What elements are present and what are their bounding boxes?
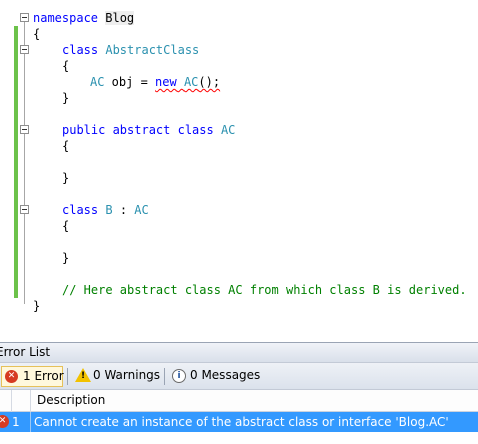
change-bar (14, 74, 18, 90)
error-list-title-bar: Error List (0, 342, 478, 362)
messages-filter-button[interactable]: i 0 Messages (169, 366, 265, 387)
info-icon: i (172, 369, 186, 383)
error-list-toolbar: ✕ 1 Error ! 0 Warnings i 0 Messages (0, 362, 478, 390)
code-line (0, 186, 478, 202)
collapse-icon[interactable] (20, 205, 29, 214)
error-icon: ✕ (0, 415, 9, 428)
error-number: 1 (12, 415, 20, 429)
change-bar (14, 186, 18, 202)
code-line (0, 154, 478, 170)
collapse-icon[interactable] (20, 125, 29, 134)
code-line: } (33, 299, 41, 313)
change-bar (14, 266, 18, 282)
warnings-filter-button[interactable]: ! 0 Warnings (72, 366, 162, 387)
toolbar-separator (164, 368, 165, 385)
change-bar (14, 42, 18, 58)
change-bar (14, 170, 18, 186)
description-column-header[interactable]: Description (31, 390, 478, 412)
code-line: { (0, 58, 478, 74)
error-icon: ✕ (5, 370, 18, 383)
code-line (0, 266, 478, 282)
errors-filter-button[interactable]: ✕ 1 Error (1, 366, 64, 387)
code-line: { (0, 218, 478, 234)
change-bar (14, 122, 18, 138)
code-line: // Here abstract class AC from which cla… (0, 282, 478, 298)
code-line: { (0, 138, 478, 154)
change-bar (14, 282, 18, 298)
error-list-title: Error List (0, 345, 51, 359)
collapse-icon[interactable] (20, 45, 29, 54)
change-bar (14, 154, 18, 170)
code-line: class B : AC (0, 202, 478, 218)
code-line: } (0, 90, 478, 106)
change-bar (14, 138, 18, 154)
change-bar (14, 250, 18, 266)
change-bar (14, 234, 18, 250)
table-row[interactable]: ✕ 1 Cannot create an instance of the abs… (0, 412, 478, 432)
code-line (0, 234, 478, 250)
code-line (0, 106, 478, 122)
change-bar (14, 58, 18, 74)
error-description: Cannot create an instance of the abstrac… (34, 415, 449, 429)
toolbar-separator (67, 368, 68, 385)
code-line: } (0, 170, 478, 186)
change-bar (14, 218, 18, 234)
code-line: namespace Blog (0, 10, 478, 26)
error-list-body (0, 432, 478, 444)
change-bar (14, 106, 18, 122)
error-list-header: Description (0, 390, 478, 412)
collapse-icon[interactable] (20, 13, 29, 22)
change-bar (14, 26, 18, 42)
code-line: { (0, 26, 478, 42)
change-bar (14, 202, 18, 218)
code-line: class AbstractClass (0, 42, 478, 58)
code-line: public abstract class AC (0, 122, 478, 138)
number-column-header[interactable] (12, 390, 31, 412)
icon-column-header[interactable] (0, 390, 12, 412)
code-line: } (0, 250, 478, 266)
code-editor[interactable]: namespace Blog { class AbstractClass { A… (0, 0, 478, 342)
code-line: AC obj = new AC(); (0, 74, 478, 90)
change-bar (14, 90, 18, 106)
